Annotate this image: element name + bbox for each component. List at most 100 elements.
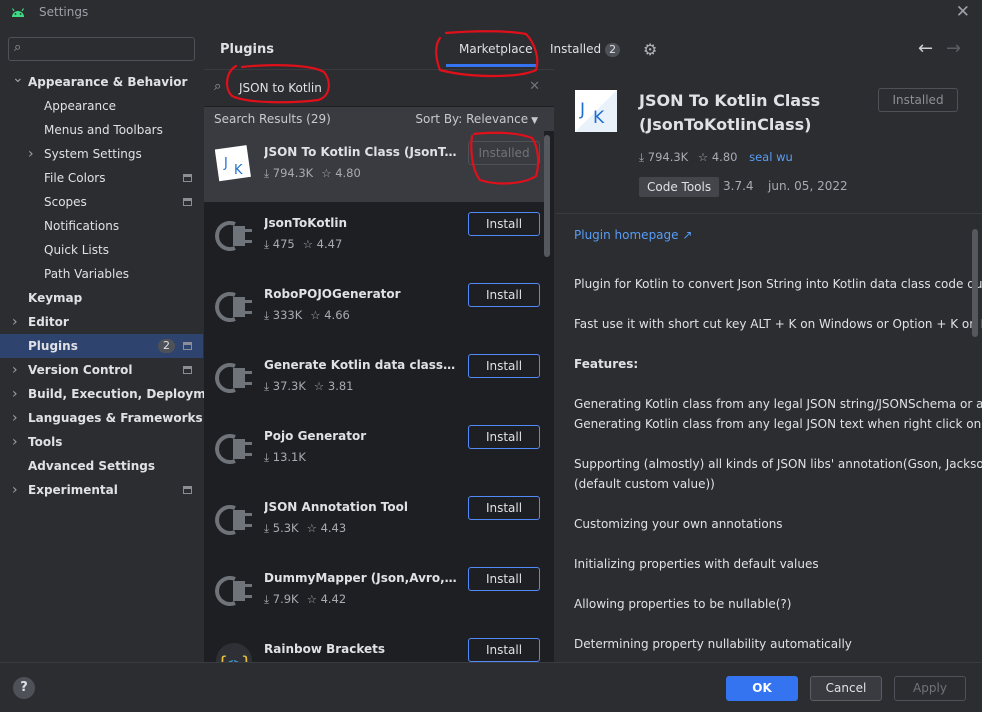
download-icon: ⤓ (639, 150, 645, 164)
plugin-stats: ⤓ 794.3K ☆ 4.80 (264, 166, 361, 181)
clear-search-icon[interactable]: ✕ (529, 79, 540, 94)
sidebar-item-notifications[interactable]: Notifications (0, 214, 203, 238)
chevron-right-icon[interactable]: › (12, 358, 18, 382)
sidebar-item-file-colors[interactable]: File Colors (0, 166, 203, 190)
sidebar-item-appearance[interactable]: Appearance (0, 94, 203, 118)
plugin-rating: 4.43 (320, 521, 347, 535)
sidebar-item-appearance-behavior[interactable]: ⌄ Appearance & Behavior (0, 70, 203, 94)
install-button[interactable]: Install (468, 354, 540, 378)
cancel-button[interactable]: Cancel (810, 676, 882, 701)
sidebar-item-label: Keymap (28, 291, 83, 305)
plugin-rating: 4.42 (320, 592, 347, 606)
project-level-icon (183, 486, 192, 494)
plugin-name: JSON To Kotlin Class (JsonToKotlinClass) (264, 145, 459, 159)
forward-arrow-icon[interactable]: → (946, 38, 961, 59)
sidebar-item-plugins[interactable]: Plugins 2 (0, 334, 203, 358)
sidebar-item-tools[interactable]: › Tools (0, 430, 203, 454)
sidebar-item-keymap[interactable]: Keymap (0, 286, 203, 310)
sidebar-item-quick-lists[interactable]: Quick Lists (0, 238, 203, 262)
gear-icon[interactable]: ⚙ (643, 40, 657, 59)
chevron-right-icon[interactable]: › (12, 406, 18, 430)
apply-button[interactable]: Apply (894, 676, 966, 701)
star-icon: ☆ (321, 166, 332, 180)
detail-scrollbar[interactable] (972, 229, 978, 337)
install-button[interactable]: Install (468, 496, 540, 520)
description-line: Plugin for Kotlin to convert Json String… (574, 277, 982, 291)
active-tab-indicator (446, 64, 538, 67)
results-count: Search Results (29) (214, 112, 331, 126)
sidebar-item-label: File Colors (44, 171, 106, 185)
star-icon: ☆ (310, 308, 321, 322)
svg-text:J: J (223, 156, 228, 171)
install-button[interactable]: Install (468, 425, 540, 449)
download-icon: ⤓ (264, 521, 270, 535)
vendor-link[interactable]: seal wu (749, 150, 793, 164)
sidebar-item-languages-frameworks[interactable]: › Languages & Frameworks (0, 406, 203, 430)
chevron-right-icon[interactable]: › (12, 478, 18, 502)
back-arrow-icon[interactable]: ← (918, 38, 933, 59)
sidebar-item-version-control[interactable]: › Version Control (0, 358, 203, 382)
plugin-list-item[interactable]: JsonToKotlin ⤓ 475 ☆ 4.47 Install (204, 202, 544, 273)
plugin-list-item[interactable]: Pojo Generator ⤓ 13.1K Install (204, 415, 544, 486)
download-icon: ⤓ (264, 592, 270, 606)
sidebar-item-editor[interactable]: › Editor (0, 310, 203, 334)
plugin-downloads: 333K (272, 308, 303, 322)
chevron-right-icon[interactable]: › (28, 142, 34, 166)
settings-tree: ⌄ Appearance & Behavior Appearance Menus an… (0, 70, 228, 502)
chevron-down-icon: ▼ (531, 116, 538, 126)
chevron-right-icon[interactable]: › (12, 430, 18, 454)
sidebar-item-path-variables[interactable]: Path Variables (0, 262, 203, 286)
sidebar-item-system-settings[interactable]: › System Settings (0, 142, 203, 166)
count-badge: 2 (158, 339, 175, 353)
sidebar-item-label: Plugins (28, 339, 78, 353)
sidebar-item-menus-and-toolbars[interactable]: Menus and Toolbars (0, 118, 203, 142)
plugin-list-scrollbar[interactable] (544, 135, 550, 257)
sidebar-item-label: Version Control (28, 363, 133, 377)
category-tag[interactable]: Code Tools (639, 177, 720, 197)
ok-button[interactable]: OK (726, 676, 798, 701)
install-button[interactable]: Install (468, 212, 540, 236)
plugin-list-item[interactable]: RoboPOJOGenerator ⤓ 333K ☆ 4.66 Install (204, 273, 544, 344)
sidebar-item-label: Menus and Toolbars (44, 123, 163, 137)
plugin-list-item[interactable]: DummyMapper (Json,Avro,GraphQL) ⤓ 7.9K ☆ 4… (204, 557, 544, 628)
plugin-list-item[interactable]: {<>} Rainbow Brackets Install (204, 628, 544, 662)
sidebar-item-scopes[interactable]: Scopes (0, 190, 203, 214)
plugin-list-panel: ⌕ JSON to Kotlin ✕ Search Results (29) S… (204, 69, 554, 662)
svg-text:K: K (234, 163, 243, 178)
description-line: Generating Kotlin class from any legal J… (574, 397, 982, 411)
install-button[interactable]: Install (468, 638, 540, 662)
plugin-list-item[interactable]: JSON Annotation Tool ⤓ 5.3K ☆ 4.43 Install (204, 486, 544, 557)
sidebar-item-experimental[interactable]: › Experimental (0, 478, 203, 502)
search-icon: ⌕ (214, 79, 222, 94)
sidebar-item-build-execution-deployment[interactable]: › Build, Execution, Deployment (0, 382, 228, 406)
plugin-title: JSON To Kotlin Class (JsonToKotlinClass) (639, 91, 821, 134)
help-icon[interactable]: ? (13, 677, 35, 699)
title-bar: Settings ✕ (0, 0, 982, 26)
close-icon[interactable]: ✕ (956, 2, 970, 22)
installed-button[interactable]: Installed (878, 88, 958, 112)
plugin-downloads: 794.3K (272, 166, 314, 180)
plugin-search-input[interactable]: ⌕ JSON to Kotlin ✕ (204, 70, 554, 106)
chevron-down-icon[interactable]: ⌄ (12, 66, 24, 90)
install-button[interactable]: Install (468, 283, 540, 307)
plugin-list: JK JSON To Kotlin Class (JsonToKotlinClas… (204, 131, 544, 662)
sidebar-item-label: System Settings (44, 147, 142, 161)
sidebar-item-label: Languages & Frameworks (28, 411, 203, 425)
description-line: Customizing your own annotations (574, 517, 783, 531)
chevron-right-icon[interactable]: › (12, 310, 18, 334)
tab-marketplace[interactable]: Marketplace (459, 42, 533, 56)
sort-dropdown[interactable]: Sort By: Relevance ▼ (415, 112, 538, 126)
sidebar-item-advanced-settings[interactable]: Advanced Settings (0, 454, 203, 478)
installed-button[interactable]: Installed (468, 141, 540, 165)
tab-installed[interactable]: Installed 2 (550, 42, 621, 57)
plugin-stats: ⤓ 37.3K ☆ 3.81 (264, 379, 353, 394)
chevron-right-icon[interactable]: › (12, 382, 18, 406)
plugin-downloads: 5.3K (272, 521, 299, 535)
install-button[interactable]: Install (468, 567, 540, 591)
plugin-list-item[interactable]: JK JSON To Kotlin Class (JsonToKotlinClas… (204, 131, 544, 202)
plugin-list-item[interactable]: Generate Kotlin data classes from JSON ⤓ … (204, 344, 544, 415)
plugin-homepage-link[interactable]: Plugin homepage ↗ (574, 228, 692, 242)
sidebar-item-label: Appearance & Behavior (28, 75, 188, 89)
plugin-downloads: 37.3K (272, 379, 306, 393)
settings-search-input[interactable]: ⌕ (8, 37, 195, 61)
